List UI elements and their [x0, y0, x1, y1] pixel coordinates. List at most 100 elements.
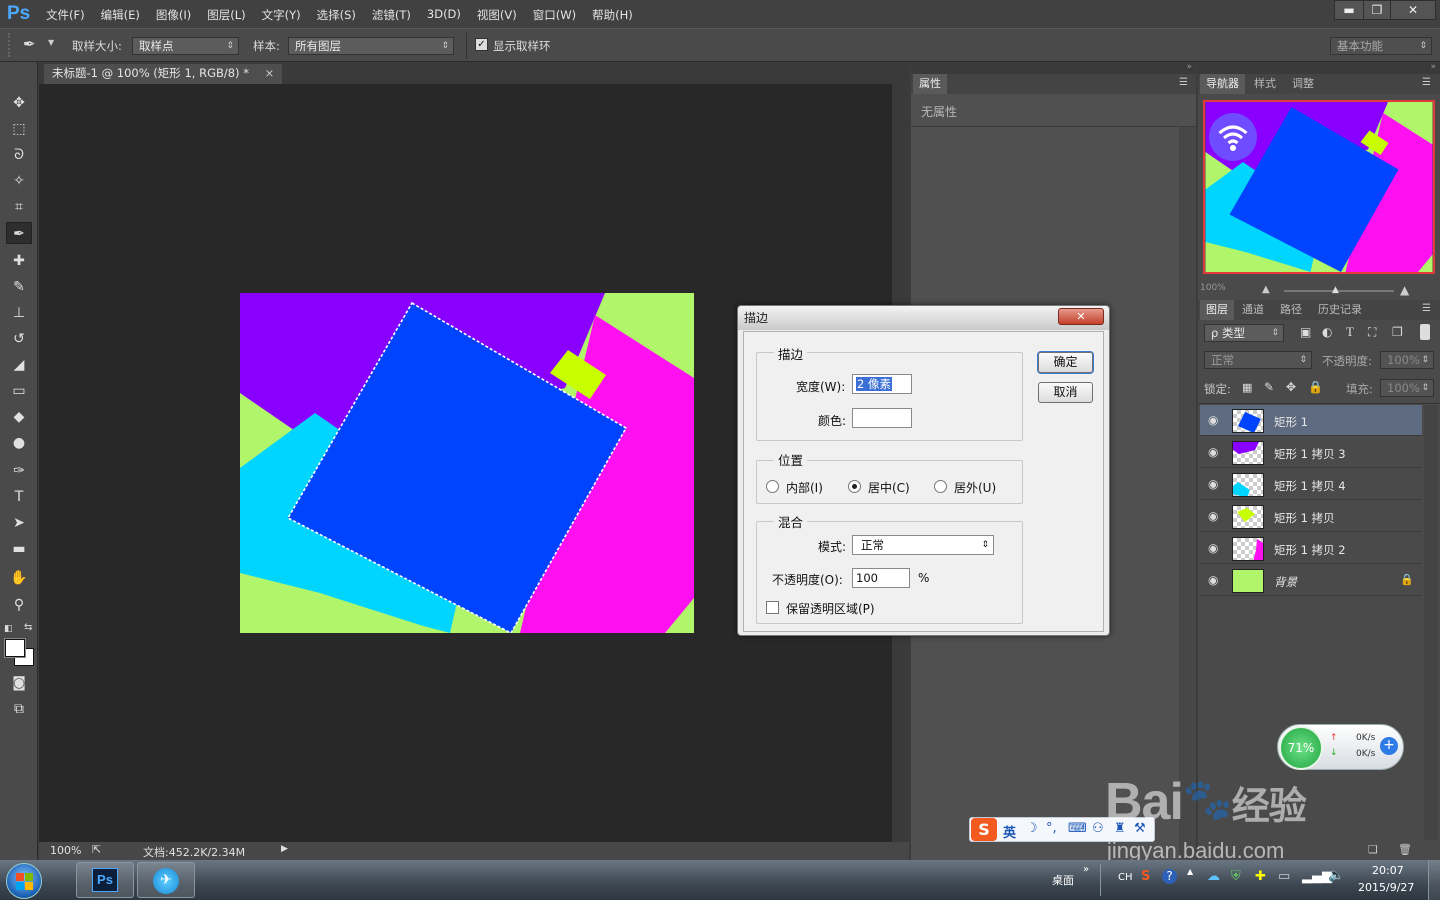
dialog-title[interactable]: 描边 — [738, 306, 1109, 330]
navigator-thumbnail[interactable] — [1203, 100, 1435, 274]
zoom-level[interactable]: 100% — [50, 844, 81, 857]
panel-collapse-icon-2[interactable]: » — [1198, 62, 1440, 74]
plus-icon[interactable]: + — [1380, 737, 1398, 755]
maximize-button[interactable]: ❐ — [1363, 0, 1391, 20]
zoom-slider[interactable] — [1284, 290, 1394, 292]
visibility-eye-icon[interactable]: ◉ — [1208, 477, 1218, 491]
center-label[interactable]: 居中(C) — [868, 479, 910, 496]
lock-position-icon[interactable]: ✥ — [1286, 380, 1296, 394]
cancel-button[interactable]: 取消 — [1038, 382, 1093, 403]
layer-name[interactable]: 矩形 1 拷贝 — [1274, 510, 1335, 526]
zoom-slider-thumb[interactable]: ▲ — [1332, 285, 1339, 295]
menu-view[interactable]: 视图(V) — [477, 7, 517, 23]
menu-image[interactable]: 图像(I) — [156, 7, 191, 23]
layer-name[interactable]: 矩形 1 拷贝 4 — [1274, 478, 1346, 494]
desktop-toolbar-label[interactable]: 桌面 — [1052, 872, 1074, 888]
language-indicator[interactable]: CH — [1118, 872, 1133, 883]
layer-row[interactable]: ◉ 背景 🔒 — [1200, 565, 1422, 596]
screen-mode-icon[interactable]: ⧉ — [6, 698, 32, 720]
panel-collapse-icon[interactable]: » — [911, 62, 1196, 74]
layer-filter-select[interactable]: ρ 类型 — [1204, 324, 1284, 342]
path-select-icon[interactable]: ➤ — [6, 512, 32, 534]
eraser-tool-icon[interactable]: ◢ — [6, 354, 32, 376]
start-button[interactable] — [6, 863, 42, 899]
delete-layer-icon[interactable]: 🗑 — [1398, 843, 1412, 856]
lock-transparent-icon[interactable]: ▦ — [1242, 381, 1252, 394]
tab-channels[interactable]: 通道 — [1236, 300, 1270, 320]
filter-shape-icon[interactable]: ⛶ — [1368, 325, 1376, 340]
visibility-eye-icon[interactable]: ◉ — [1208, 541, 1218, 555]
layer-name[interactable]: 矩形 1 — [1274, 414, 1308, 430]
opacity-input[interactable]: 100% — [1380, 351, 1434, 369]
quick-mask-icon[interactable]: ◙ — [6, 672, 32, 694]
menu-window[interactable]: 窗口(W) — [533, 7, 576, 23]
zoom-out-icon[interactable]: ▲ — [1262, 284, 1270, 295]
tab-layers[interactable]: 图层 — [1200, 300, 1234, 320]
toolbar-expand-icon[interactable]: » — [1083, 864, 1089, 875]
filter-adjust-icon[interactable]: ◐ — [1322, 325, 1332, 339]
sample-size-select[interactable]: 取样点 — [132, 37, 239, 55]
mode-select[interactable]: 正常 ⇕ — [852, 535, 994, 555]
filter-toggle[interactable] — [1420, 324, 1430, 340]
tab-navigator[interactable]: 导航器 — [1200, 74, 1245, 94]
clock-time[interactable]: 20:07 — [1372, 864, 1404, 877]
eyedropper-preset-icon[interactable]: ✒ — [23, 35, 36, 53]
tray-device-icon[interactable]: ▭ — [1278, 869, 1290, 884]
menu-type[interactable]: 文字(Y) — [262, 7, 301, 23]
tab-adjustments[interactable]: 调整 — [1286, 74, 1320, 94]
pen-tool-icon[interactable]: ✑ — [6, 460, 32, 482]
visibility-eye-icon[interactable]: ◉ — [1208, 413, 1218, 427]
show-ring-checkbox[interactable]: ✓ — [475, 38, 488, 51]
ime-moon-icon[interactable]: ☽ — [1026, 821, 1038, 836]
taskbar-browser[interactable]: ✈ — [137, 862, 195, 898]
menu-help[interactable]: 帮助(H) — [592, 7, 633, 23]
swap-colors-icon[interactable]: ⇆ — [24, 622, 32, 633]
marquee-tool-icon[interactable]: ⬚ — [6, 118, 32, 140]
taskbar-photoshop[interactable]: Ps — [76, 862, 134, 898]
properties-scrollbar[interactable] — [1179, 127, 1196, 860]
layers-scrollbar[interactable] — [1424, 405, 1438, 840]
lock-all-icon[interactable]: 🔒 — [1308, 380, 1323, 394]
magic-wand-icon[interactable]: ✧ — [6, 170, 32, 192]
menu-edit[interactable]: 编辑(E) — [101, 7, 140, 23]
clock-date[interactable]: 2015/9/27 — [1358, 881, 1414, 894]
ime-keyboard-icon[interactable]: ⌨ — [1068, 821, 1087, 836]
layer-row[interactable]: ◉ 矩形 1 拷贝 3 — [1200, 437, 1422, 468]
filter-type-icon[interactable]: T — [1346, 324, 1354, 340]
dialog-close-button[interactable]: ✕ — [1058, 308, 1104, 325]
menu-filter[interactable]: 滤镜(T) — [372, 7, 411, 23]
tray-network-icon[interactable]: ☁ — [1207, 869, 1220, 884]
panel-menu-icon-3[interactable]: ☰ — [1422, 303, 1431, 314]
menu-3d[interactable]: 3D(D) — [427, 7, 461, 23]
outside-label[interactable]: 居外(U) — [954, 479, 996, 496]
network-speed-widget[interactable]: 71% ↑ ↓ 0K/s 0K/s + — [1277, 724, 1404, 770]
menu-layer[interactable]: 图层(L) — [207, 7, 245, 23]
nav-zoom-value[interactable]: 100% — [1200, 283, 1226, 293]
visibility-eye-icon[interactable]: ◉ — [1208, 573, 1218, 587]
ime-user-icon[interactable]: ⚇ — [1092, 821, 1104, 836]
document-tab[interactable]: 未标题-1 @ 100% (矩形 1, RGB/8) * × — [44, 64, 283, 84]
filter-smart-icon[interactable]: ❐ — [1392, 325, 1403, 339]
lock-image-icon[interactable]: ✎ — [1264, 380, 1274, 394]
outside-radio[interactable] — [934, 480, 947, 493]
layer-row[interactable]: ◉ 矩形 1 拷贝 4 — [1200, 469, 1422, 500]
tab-history[interactable]: 历史记录 — [1312, 300, 1368, 320]
menu-file[interactable]: 文件(F) — [46, 7, 85, 23]
visibility-eye-icon[interactable]: ◉ — [1208, 445, 1218, 459]
tray-sogou-icon[interactable]: S — [1141, 869, 1150, 884]
close-tab-icon[interactable]: × — [265, 66, 275, 80]
chevron-down-icon[interactable]: ▼ — [48, 38, 54, 47]
tray-help-icon[interactable]: ? — [1162, 869, 1177, 884]
default-colors-icon[interactable]: ◧ — [4, 624, 13, 634]
shape-tool-icon[interactable]: ▬ — [6, 538, 32, 560]
close-button[interactable]: ✕ — [1390, 0, 1436, 20]
eyedropper-tool-icon[interactable]: ✒ — [6, 222, 32, 244]
healing-brush-icon[interactable]: ✚ — [6, 250, 32, 272]
move-tool-icon[interactable]: ✥ — [6, 92, 32, 114]
blur-tool-icon[interactable]: ◆ — [6, 406, 32, 428]
artwork[interactable] — [240, 293, 694, 633]
tray-shield-icon[interactable]: ⛨ — [1231, 869, 1241, 884]
gradient-tool-icon[interactable]: ▭ — [6, 380, 32, 402]
ime-language[interactable]: 英 — [1003, 822, 1016, 841]
hand-tool-icon[interactable]: ✋ — [6, 567, 32, 589]
